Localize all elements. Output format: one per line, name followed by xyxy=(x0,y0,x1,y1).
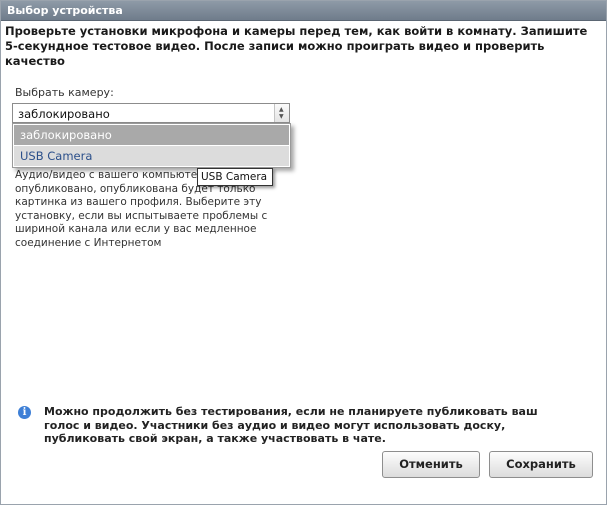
select-spinner[interactable]: ▲ ▼ xyxy=(274,104,289,122)
info-text: Можно продолжить без тестирования, если … xyxy=(44,405,538,445)
title-bar[interactable]: Выбор устройства xyxy=(1,1,606,21)
camera-label: Выбрать камеру: xyxy=(15,86,114,99)
save-button[interactable]: Сохранить xyxy=(489,451,593,478)
camera-dropdown-list: заблокировано USB Camera xyxy=(12,123,291,168)
camera-option-blocked[interactable]: заблокировано xyxy=(14,125,289,145)
tooltip: USB Camera xyxy=(197,168,273,186)
camera-select-value: заблокировано xyxy=(18,107,110,121)
intro-text: Проверьте установки микрофона и камеры п… xyxy=(5,24,588,68)
device-selection-dialog: Выбор устройства Проверьте установки мик… xyxy=(0,0,607,505)
cancel-button[interactable]: Отменить xyxy=(382,451,480,478)
arrow-down-icon: ▼ xyxy=(279,113,284,120)
window-title: Выбор устройства xyxy=(7,4,123,17)
info-icon: i xyxy=(18,406,31,419)
camera-option-usb[interactable]: USB Camera xyxy=(14,146,289,166)
camera-select[interactable]: заблокировано ▲ ▼ xyxy=(12,103,290,123)
